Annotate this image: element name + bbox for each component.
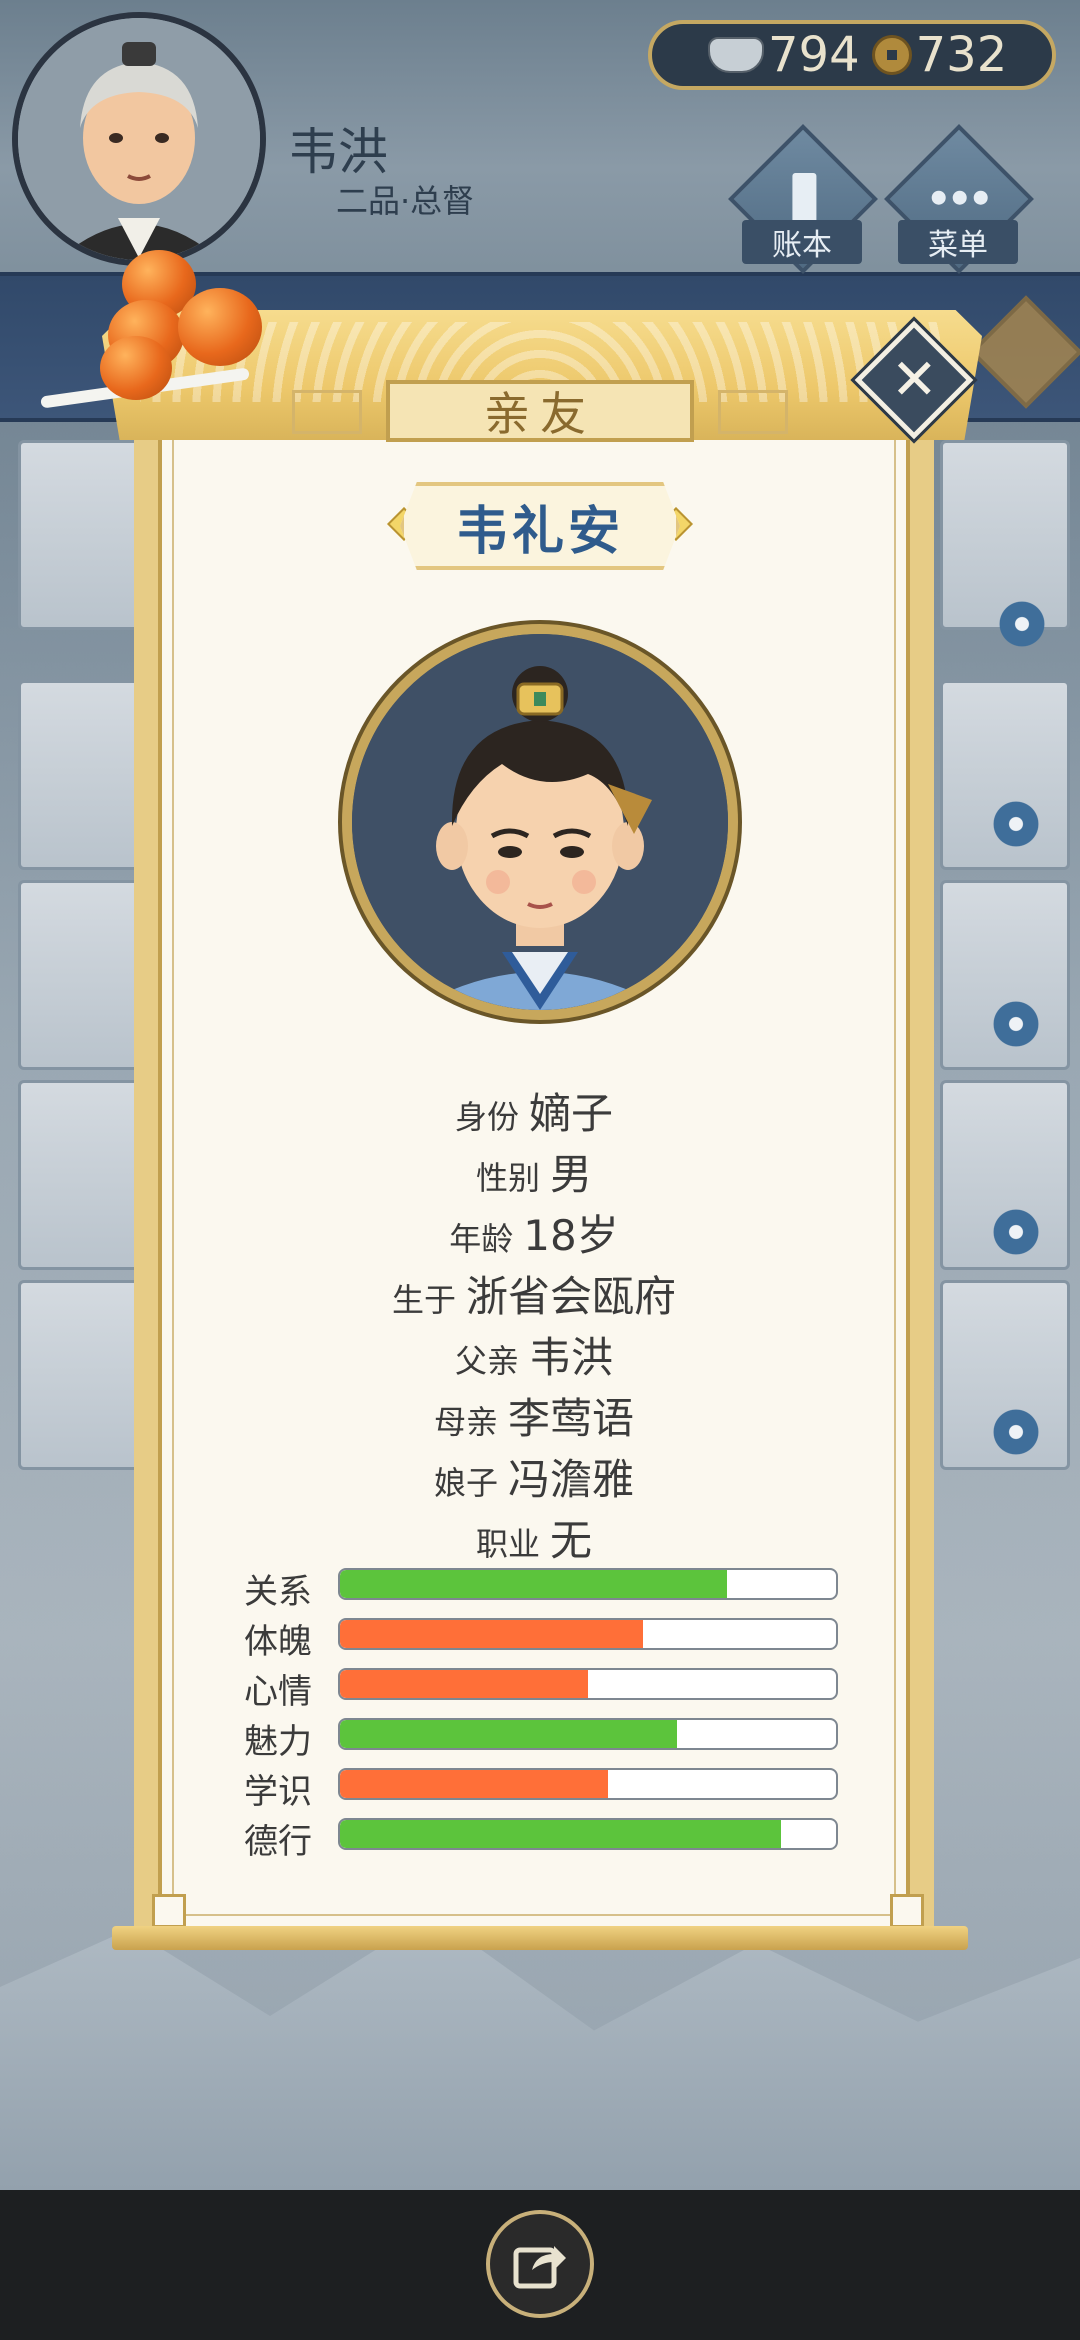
stat-bar-relationship [338,1568,838,1600]
info-row-occupation: 职业无 [134,1507,934,1568]
menu-label[interactable]: 菜单 [898,220,1018,264]
info-row-gender: 性别男 [134,1141,934,1202]
flower-icon [990,798,1042,850]
share-button[interactable] [486,2210,594,2318]
info-value: 浙省会瓯府 [466,1272,677,1321]
info-value: 李莺语 [508,1394,635,1443]
info-row-wife: 娘子 冯澹雅 [134,1446,934,1507]
corner-ornament [152,1894,186,1928]
info-value: 男 [550,1150,593,1199]
stat-bar-knowledge [338,1768,838,1800]
dialog-title-plaque: 亲友 [386,380,694,442]
info-value: 韦洪 [529,1333,614,1382]
info-value: 18岁 [523,1211,619,1260]
scroll-footer [112,1926,968,1950]
info-label: 父亲 [454,1342,519,1380]
stat-fill [340,1670,588,1698]
stat-bar-mood [338,1668,838,1700]
stat-fill [340,1820,782,1848]
stat-label-charm: 魅力 [244,1722,312,1762]
flower-icon [990,1406,1042,1458]
info-label: 娘子 [433,1464,498,1502]
info-row-identity: 身份 嫡子 [134,1080,934,1141]
info-label: 职业 [475,1525,540,1563]
more-dots-icon [931,190,988,209]
info-value: 冯澹雅 [508,1455,635,1504]
info-value: 嫡子 [529,1089,614,1138]
background-card-right-1 [940,440,1070,630]
stat-bar-charm [338,1718,838,1750]
plaque-ornament-left [292,390,362,434]
ledger-icon [792,173,817,225]
flower-icon [990,1206,1042,1258]
stat-label-physique: 体魄 [244,1622,312,1662]
stat-label-relationship: 关系 [244,1572,312,1612]
silver-ingot-icon [708,37,764,73]
flower-icon [996,598,1048,650]
player-avatar[interactable] [12,12,266,266]
copper-coin-icon [871,35,912,75]
coin-amount: 732 [915,27,1008,83]
stat-label-virtue: 德行 [244,1822,312,1862]
player-rank-title: 二品·总督 [336,182,475,220]
person-name-banner: 韦礼安 [400,482,680,570]
share-icon [513,2246,566,2289]
stat-fill [340,1620,643,1648]
currency-bar[interactable]: 794 732 [648,20,1056,90]
dialog-title: 亲友 [484,387,596,441]
info-label: 母亲 [433,1403,498,1441]
info-label: 身份 [454,1098,519,1136]
plaque-ornament-right [718,390,788,434]
info-row-father: 父亲 韦洪 [134,1324,934,1385]
info-label: 生于 [391,1281,456,1319]
info-row-birthplace: 生于 浙省会瓯府 [134,1263,934,1324]
flower-icon [990,998,1042,1050]
person-name: 韦礼安 [455,501,624,562]
stat-bar-virtue [338,1818,838,1850]
info-label: 性别 [475,1159,540,1197]
info-row-age: 年龄 18岁 [134,1202,934,1263]
ledger-label[interactable]: 账本 [742,220,862,264]
person-portrait [342,624,738,1020]
stat-fill [340,1570,727,1598]
stat-label-knowledge: 学识 [244,1772,312,1812]
stat-label-mood: 心情 [244,1672,312,1712]
silver-amount: 794 [768,27,860,83]
player-portrait-image [18,18,260,260]
info-value: 无 [550,1516,593,1565]
info-row-mother: 母亲 李莺语 [134,1385,934,1446]
stat-fill [340,1770,608,1798]
person-portrait-image [352,634,728,1010]
info-label: 年龄 [449,1220,514,1258]
player-name: 韦洪 [288,123,388,181]
close-icon: ✕ [890,346,938,412]
stat-fill [340,1720,678,1748]
corner-ornament [890,1894,924,1928]
stat-bar-physique [338,1618,838,1650]
